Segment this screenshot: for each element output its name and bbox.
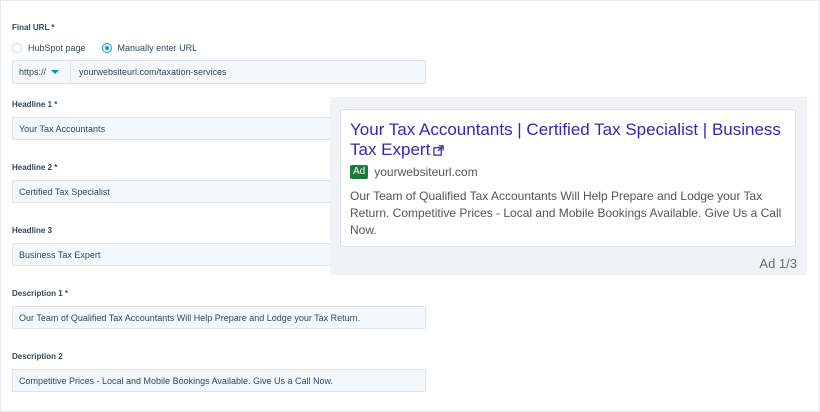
url-input[interactable]: yourwebsiteurl.com/taxation-services: [70, 60, 426, 84]
external-link-icon: [433, 141, 445, 161]
radio-manual-label: Manually enter URL: [117, 43, 198, 53]
ad-preview-description: Our Team of Qualified Tax Accountants Wi…: [350, 188, 782, 237]
description1-label: Description 1 *: [12, 289, 69, 298]
headline3-value: Business Tax Expert: [19, 249, 101, 260]
ad-title-text[interactable]: Your Tax Accountants | Certified Tax Spe…: [350, 120, 781, 159]
ad-url-row: Ad yourwebsiteurl.com: [350, 164, 786, 179]
headline3-label: Headline 3: [12, 226, 53, 235]
description1-input[interactable]: Our Team of Qualified Tax Accountants Wi…: [12, 306, 426, 329]
ad-counter: Ad 1/3: [759, 256, 797, 271]
ad-badge: Ad: [350, 164, 369, 179]
radio-checked-icon[interactable]: [101, 43, 112, 53]
final-url-field: https:// yourwebsiteurl.com/taxation-ser…: [12, 60, 426, 84]
url-source-radio-group: HubSpot page Manually enter URL: [12, 41, 213, 55]
protocol-dropdown[interactable]: https://: [12, 60, 70, 84]
headline2-label: Headline 2 *: [12, 163, 58, 172]
description2-value: Competitive Prices - Local and Mobile Bo…: [19, 375, 333, 386]
ad-preview-card: Your Tax Accountants | Certified Tax Spe…: [340, 109, 796, 247]
headline1-value: Your Tax Accountants: [19, 123, 106, 134]
final-url-label: Final URL *: [12, 23, 55, 32]
radio-hubspot-page[interactable]: HubSpot page: [12, 43, 86, 53]
ad-preview-panel: Your Tax Accountants | Certified Tax Spe…: [330, 97, 807, 275]
ad-display-url: yourwebsiteurl.com: [374, 164, 478, 179]
ad-preview-title[interactable]: Your Tax Accountants | Certified Tax Spe…: [350, 120, 786, 161]
caret-down-icon: [51, 70, 60, 74]
headline1-label: Headline 1 *: [12, 100, 58, 109]
headline2-value: Certified Tax Specialist: [19, 186, 110, 197]
description1-value: Our Team of Qualified Tax Accountants Wi…: [19, 312, 361, 323]
protocol-value: https://: [19, 67, 47, 77]
description2-input[interactable]: Competitive Prices - Local and Mobile Bo…: [12, 369, 426, 392]
radio-hubspot-label: HubSpot page: [28, 43, 86, 53]
radio-unchecked-icon[interactable]: [12, 43, 22, 53]
url-input-value: yourwebsiteurl.com/taxation-services: [79, 67, 227, 77]
radio-manual-url[interactable]: Manually enter URL: [101, 43, 198, 53]
description2-label: Description 2: [12, 352, 63, 361]
ad-editor-panel: Final URL * HubSpot page Manually enter …: [0, 0, 820, 412]
